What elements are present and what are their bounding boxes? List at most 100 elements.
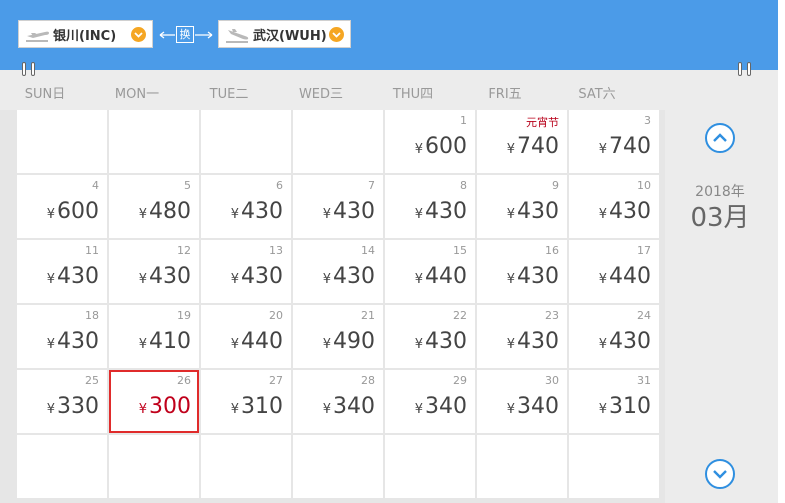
empty-day-cell xyxy=(109,110,199,173)
day-cell[interactable]: 19 ¥410 xyxy=(109,305,199,368)
empty-day-cell xyxy=(109,435,199,498)
currency-symbol: ¥ xyxy=(138,272,147,287)
fare-price: ¥430 xyxy=(415,199,467,224)
day-number: 26 xyxy=(177,374,191,387)
day-number: 16 xyxy=(545,244,559,257)
fare-amount: 740 xyxy=(517,134,559,159)
fare-price: ¥430 xyxy=(507,199,559,224)
day-cell[interactable]: 20 ¥440 xyxy=(201,305,291,368)
chevron-up-icon xyxy=(713,133,727,142)
day-cell[interactable]: 5 ¥480 xyxy=(109,175,199,238)
chevron-down-icon xyxy=(131,27,146,42)
day-cell[interactable]: 29 ¥340 xyxy=(385,370,475,433)
calendar-month: 03月 xyxy=(690,203,750,233)
origin-city-selector[interactable]: 银川(INC) xyxy=(18,20,153,48)
fare-price: ¥430 xyxy=(599,199,651,224)
fare-price: ¥600 xyxy=(47,199,99,224)
day-cell[interactable]: 11 ¥430 xyxy=(17,240,107,303)
day-cell[interactable]: 8 ¥430 xyxy=(385,175,475,238)
day-cell[interactable]: 14 ¥430 xyxy=(293,240,383,303)
fare-price: ¥440 xyxy=(415,264,467,289)
fare-amount: 430 xyxy=(241,199,283,224)
day-cell[interactable]: 10 ¥430 xyxy=(569,175,659,238)
currency-symbol: ¥ xyxy=(230,337,239,352)
day-cell[interactable]: 28 ¥340 xyxy=(293,370,383,433)
day-number: 9 xyxy=(552,179,559,192)
currency-symbol: ¥ xyxy=(322,402,331,417)
day-cell[interactable]: 13 ¥430 xyxy=(201,240,291,303)
arrival-plane-icon xyxy=(226,29,249,43)
fare-amount: 440 xyxy=(425,264,467,289)
day-cell[interactable]: 12 ¥430 xyxy=(109,240,199,303)
day-cell[interactable]: 3 ¥740 xyxy=(569,110,659,173)
fare-price: ¥430 xyxy=(231,264,283,289)
fare-price: ¥430 xyxy=(323,199,375,224)
currency-symbol: ¥ xyxy=(414,337,423,352)
day-number: 19 xyxy=(177,309,191,322)
currency-symbol: ¥ xyxy=(598,207,607,222)
day-cell[interactable]: 27 ¥310 xyxy=(201,370,291,433)
next-month-button[interactable] xyxy=(705,459,735,489)
day-cell[interactable]: 6 ¥430 xyxy=(201,175,291,238)
currency-symbol: ¥ xyxy=(230,402,239,417)
day-cell[interactable]: 25 ¥330 xyxy=(17,370,107,433)
fare-amount: 340 xyxy=(333,394,375,419)
weekday-label: SAT六 xyxy=(578,87,616,102)
fare-amount: 310 xyxy=(241,394,283,419)
day-cell[interactable]: 16 ¥430 xyxy=(477,240,567,303)
fare-price: ¥430 xyxy=(139,264,191,289)
day-cell[interactable]: 23 ¥430 xyxy=(477,305,567,368)
day-cell[interactable]: 31 ¥310 xyxy=(569,370,659,433)
fare-price: ¥740 xyxy=(507,134,559,159)
day-number: 29 xyxy=(453,374,467,387)
calendar-grid: 1 ¥600 元宵节 ¥740 3 ¥740 4 ¥600 5 ¥480 6 ¥430 7 ¥430 8 ¥4… xyxy=(0,110,665,503)
fare-amount: 430 xyxy=(425,329,467,354)
day-cell[interactable]: 1 ¥600 xyxy=(385,110,475,173)
fare-amount: 310 xyxy=(609,394,651,419)
fare-amount: 430 xyxy=(57,329,99,354)
fare-price: ¥440 xyxy=(599,264,651,289)
day-cell[interactable]: 22 ¥430 xyxy=(385,305,475,368)
fare-amount: 480 xyxy=(149,199,191,224)
day-cell[interactable]: 元宵节 ¥740 xyxy=(477,110,567,173)
departure-plane-icon xyxy=(26,31,49,42)
day-cell[interactable]: 9 ¥430 xyxy=(477,175,567,238)
day-number: 15 xyxy=(453,244,467,257)
day-number: 8 xyxy=(460,179,467,192)
day-number: 6 xyxy=(276,179,283,192)
day-cell[interactable]: 18 ¥430 xyxy=(17,305,107,368)
fare-price: ¥430 xyxy=(231,199,283,224)
selected-day-cell[interactable]: 26 ¥300 xyxy=(109,370,199,433)
day-number: 4 xyxy=(92,179,99,192)
day-cell[interactable]: 15 ¥440 xyxy=(385,240,475,303)
currency-symbol: ¥ xyxy=(506,207,515,222)
fare-price: ¥430 xyxy=(599,329,651,354)
day-cell[interactable]: 4 ¥600 xyxy=(17,175,107,238)
binder-ring xyxy=(747,62,751,76)
day-number: 31 xyxy=(637,374,651,387)
day-number: 13 xyxy=(269,244,283,257)
day-cell[interactable]: 7 ¥430 xyxy=(293,175,383,238)
empty-day-cell xyxy=(17,110,107,173)
day-number: 22 xyxy=(453,309,467,322)
swap-cities-button[interactable]: 换 xyxy=(158,24,214,46)
day-cell[interactable]: 17 ¥440 xyxy=(569,240,659,303)
currency-symbol: ¥ xyxy=(506,337,515,352)
day-number: 30 xyxy=(545,374,559,387)
weekday-label: THU四 xyxy=(392,87,434,102)
currency-symbol: ¥ xyxy=(598,402,607,417)
weekday-label: MON一 xyxy=(114,87,160,102)
fare-amount: 430 xyxy=(149,264,191,289)
weekday-label: WED三 xyxy=(298,87,344,102)
fare-price: ¥430 xyxy=(323,264,375,289)
day-cell[interactable]: 21 ¥490 xyxy=(293,305,383,368)
empty-day-cell xyxy=(477,435,567,498)
prev-month-button[interactable] xyxy=(705,123,735,153)
day-cell[interactable]: 24 ¥430 xyxy=(569,305,659,368)
currency-symbol: ¥ xyxy=(414,402,423,417)
weekday-label: TUE二 xyxy=(209,87,249,102)
day-cell[interactable]: 30 ¥340 xyxy=(477,370,567,433)
destination-city-selector[interactable]: 武汉(WUH) xyxy=(218,20,351,48)
currency-symbol: ¥ xyxy=(46,402,55,417)
fare-amount: 340 xyxy=(517,394,559,419)
